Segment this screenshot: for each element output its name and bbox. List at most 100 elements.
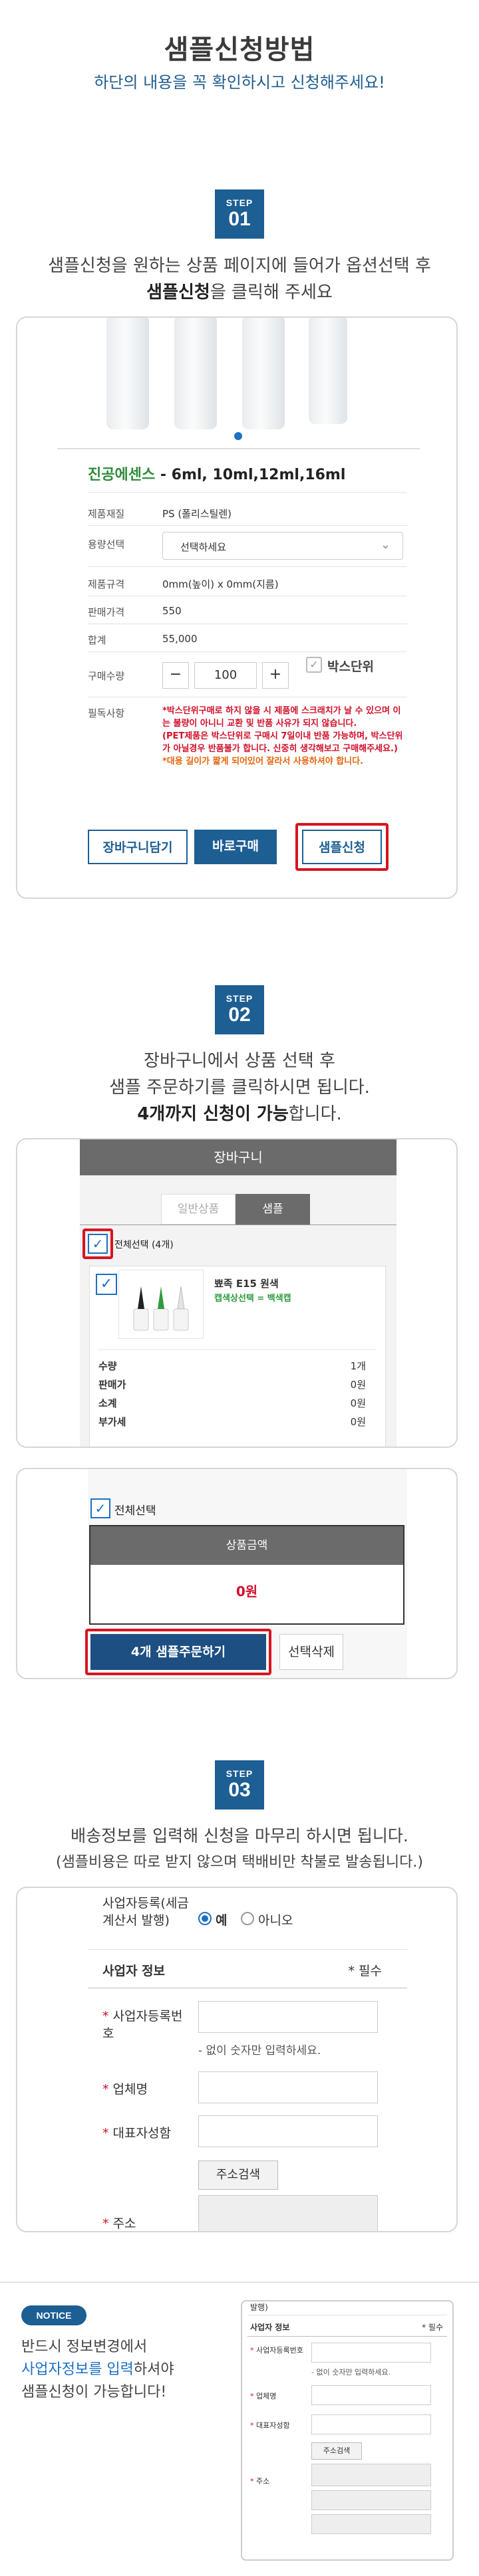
select-all-label: 전체선택 (4개) xyxy=(114,1240,174,1250)
quantity-minus-button[interactable]: − xyxy=(162,662,189,689)
address-input[interactable] xyxy=(198,2195,378,2231)
step1-desc-bold: 샘플신청 xyxy=(146,283,210,302)
step-number: 03 xyxy=(228,1779,251,1801)
select-all-checkbox[interactable]: ✓ xyxy=(88,1234,108,1254)
cart-row-value: 1개 xyxy=(350,1360,366,1372)
step-badge-1: STEP 01 xyxy=(215,189,264,239)
mini-label-text: 업체명 xyxy=(256,2392,277,2400)
bizno-hint: - 없이 숫자만 입력하세요. xyxy=(198,2044,321,2057)
field-label-bizno: * 사업자등록번호 xyxy=(102,2008,189,2042)
cart-row-label: 수량 xyxy=(98,1360,117,1372)
sample-order-button[interactable]: 4개 샘플주문하기 xyxy=(90,1634,266,1670)
row-value: 55,000 xyxy=(162,633,198,645)
capacity-select[interactable]: 선택하세요 ⌄ xyxy=(162,532,403,560)
required-asterisk: * xyxy=(102,2126,113,2141)
page-subtitle: 하단의 내용을 꼭 확인하시고 신청해주세요! xyxy=(94,73,385,92)
step3-desc-line2: (샘플비용은 따로 받지 않으며 택배비만 착불로 발송됩니다.) xyxy=(56,1854,423,1871)
buy-now-button[interactable]: 바로구매 xyxy=(194,830,277,864)
field-label-address: * 주소 xyxy=(102,2214,136,2231)
step-label: STEP xyxy=(226,993,253,1004)
page-title: 샘플신청방법 xyxy=(164,35,315,65)
mini-label-bizno: * 사업자등록번호 xyxy=(250,2345,303,2356)
tab-sample[interactable]: 샘플 xyxy=(236,1194,310,1225)
required-asterisk: * xyxy=(250,2346,256,2355)
company-input[interactable] xyxy=(198,2071,378,2103)
step2-desc-rest: 합니다. xyxy=(288,1104,342,1124)
add-to-cart-button[interactable]: 장바구니담기 xyxy=(88,830,188,864)
radio-yes[interactable] xyxy=(198,1912,212,1925)
step-number: 01 xyxy=(228,208,251,230)
row-label: 합계 xyxy=(88,634,106,646)
notice-red: *박스단위구매로 하지 않을 시 제품에 스크래치가 날 수 있으며 이는 불량… xyxy=(162,706,401,729)
step-number: 02 xyxy=(228,1004,251,1026)
product-card: 진공에센스 - 6ml, 10ml,12ml,16ml 제품재질 PS (폴리스… xyxy=(16,316,458,899)
required-asterisk: * xyxy=(250,2392,256,2400)
product-name: 진공에센스 - 6ml, 10ml,12ml,16ml xyxy=(88,463,345,484)
step1-desc-rest: 을 클릭해 주세요 xyxy=(210,283,333,302)
required-note: * 필수 xyxy=(348,1964,383,1978)
box-unit-checkbox[interactable]: ✓ xyxy=(306,657,322,673)
ceo-input[interactable] xyxy=(198,2115,378,2147)
mini-company-input xyxy=(311,2385,431,2405)
cart-row-label: 소계 xyxy=(98,1397,117,1409)
required-asterisk: * xyxy=(250,2477,256,2486)
select-all-label: 전체선택 xyxy=(114,1504,156,1518)
item-checkbox[interactable]: ✓ xyxy=(96,1274,117,1295)
notice-line2-blue: 사업자정보를 입력 xyxy=(21,2361,134,2378)
required-asterisk: * xyxy=(250,2421,256,2430)
mini-address-detail xyxy=(311,2490,431,2510)
order-card: ✓ 전체선택 상품금액 0원 4개 샘플주문하기 선택삭제 xyxy=(16,1468,458,1679)
notice-text: 반드시 정보변경에서 사업자정보를 입력하셔야 샘플신청이 가능합니다! xyxy=(21,2336,174,2404)
amount-box: 상품금액 0원 xyxy=(89,1525,404,1625)
mini-label-text: 사업자등록번호 xyxy=(256,2346,303,2355)
notice-preview: 발행) 사업자 정보 * 필수 * 사업자등록번호 - 없이 숫자만 입력하세요… xyxy=(241,2300,454,2561)
field-label-text: 사업자등록번호 xyxy=(102,2009,183,2041)
mini-required-note: * 필수 xyxy=(422,2323,443,2332)
product-image xyxy=(17,318,456,440)
tab-general[interactable]: 일반상품 xyxy=(161,1194,236,1225)
business-form-card: 사업자등록(세금계산서 발행) 예 아니오 사업자 정보 * 필수 * 사업자등… xyxy=(16,1887,458,2232)
select-all-checkbox[interactable]: ✓ xyxy=(90,1498,110,1518)
divider xyxy=(88,525,407,526)
divider xyxy=(57,448,420,449)
cart-row-value: 0원 xyxy=(350,1397,366,1409)
field-label-text: 주소 xyxy=(112,2216,136,2231)
mini-label-text: 대표자성함 xyxy=(256,2421,290,2430)
divider xyxy=(88,566,407,567)
address-search-button[interactable]: 주소검색 xyxy=(198,2161,278,2190)
item-name: 뾰족 E15 원색 xyxy=(214,1278,279,1290)
bizno-input[interactable] xyxy=(198,2001,378,2033)
section-divider xyxy=(0,2282,479,2283)
step3-description: 배송정보를 입력해 신청을 마무리 하시면 됩니다. (샘플비용은 따로 받지 … xyxy=(0,1823,479,1876)
row-value: PS (폴리스틸렌) xyxy=(162,508,232,520)
notice-text: *박스단위구매로 하지 않을 시 제품에 스크래치가 날 수 있으며 이는 불량… xyxy=(162,705,403,768)
radio-no[interactable] xyxy=(241,1912,254,1925)
capacity-select-value: 선택하세요 xyxy=(180,541,227,553)
delete-selected-button[interactable]: 선택삭제 xyxy=(279,1634,343,1670)
step1-desc-line1: 샘플신청을 원하는 상품 페이지에 들어가 옵션선택 후 xyxy=(48,256,431,276)
section-title: 사업자 정보 xyxy=(102,1964,166,1978)
quantity-plus-button[interactable]: + xyxy=(262,662,289,689)
product-name-green: 진공에센스 xyxy=(88,467,156,483)
sample-request-button[interactable]: 샘플신청 xyxy=(302,830,382,864)
mini-bizno-input xyxy=(311,2343,431,2363)
radio-yes-label: 예 xyxy=(216,1913,228,1928)
step-badge-2: STEP 02 xyxy=(215,985,264,1034)
item-thumbnail xyxy=(118,1270,204,1339)
carousel-dot-active[interactable] xyxy=(234,432,242,440)
notice-red2: (PET제품은 박스단위로 구매시 7일이내 반품 가능하며, 박스단위가 아닐… xyxy=(162,731,403,754)
mini-label-ceo: * 대표자성함 xyxy=(250,2420,290,2430)
quantity-input[interactable]: 100 xyxy=(194,662,257,689)
row-label: 제품재질 xyxy=(88,508,125,520)
required-asterisk: * xyxy=(102,2009,113,2024)
product-name-rest: - 6ml, 10ml,12ml,16ml xyxy=(155,467,346,483)
mini-label-text: 주소 xyxy=(256,2477,270,2486)
step2-desc-line2: 샘플 주문하기를 클릭하시면 됩니다. xyxy=(109,1078,370,1098)
notice-line2-rest: 하셔야 xyxy=(133,2361,174,2378)
bottle-image xyxy=(242,318,285,429)
bottle-image xyxy=(174,318,217,429)
amount-value: 0원 xyxy=(236,1583,258,1599)
row-value: 550 xyxy=(162,605,182,617)
chevron-down-icon: ⌄ xyxy=(380,538,391,552)
row-label: 판매가격 xyxy=(88,606,125,618)
